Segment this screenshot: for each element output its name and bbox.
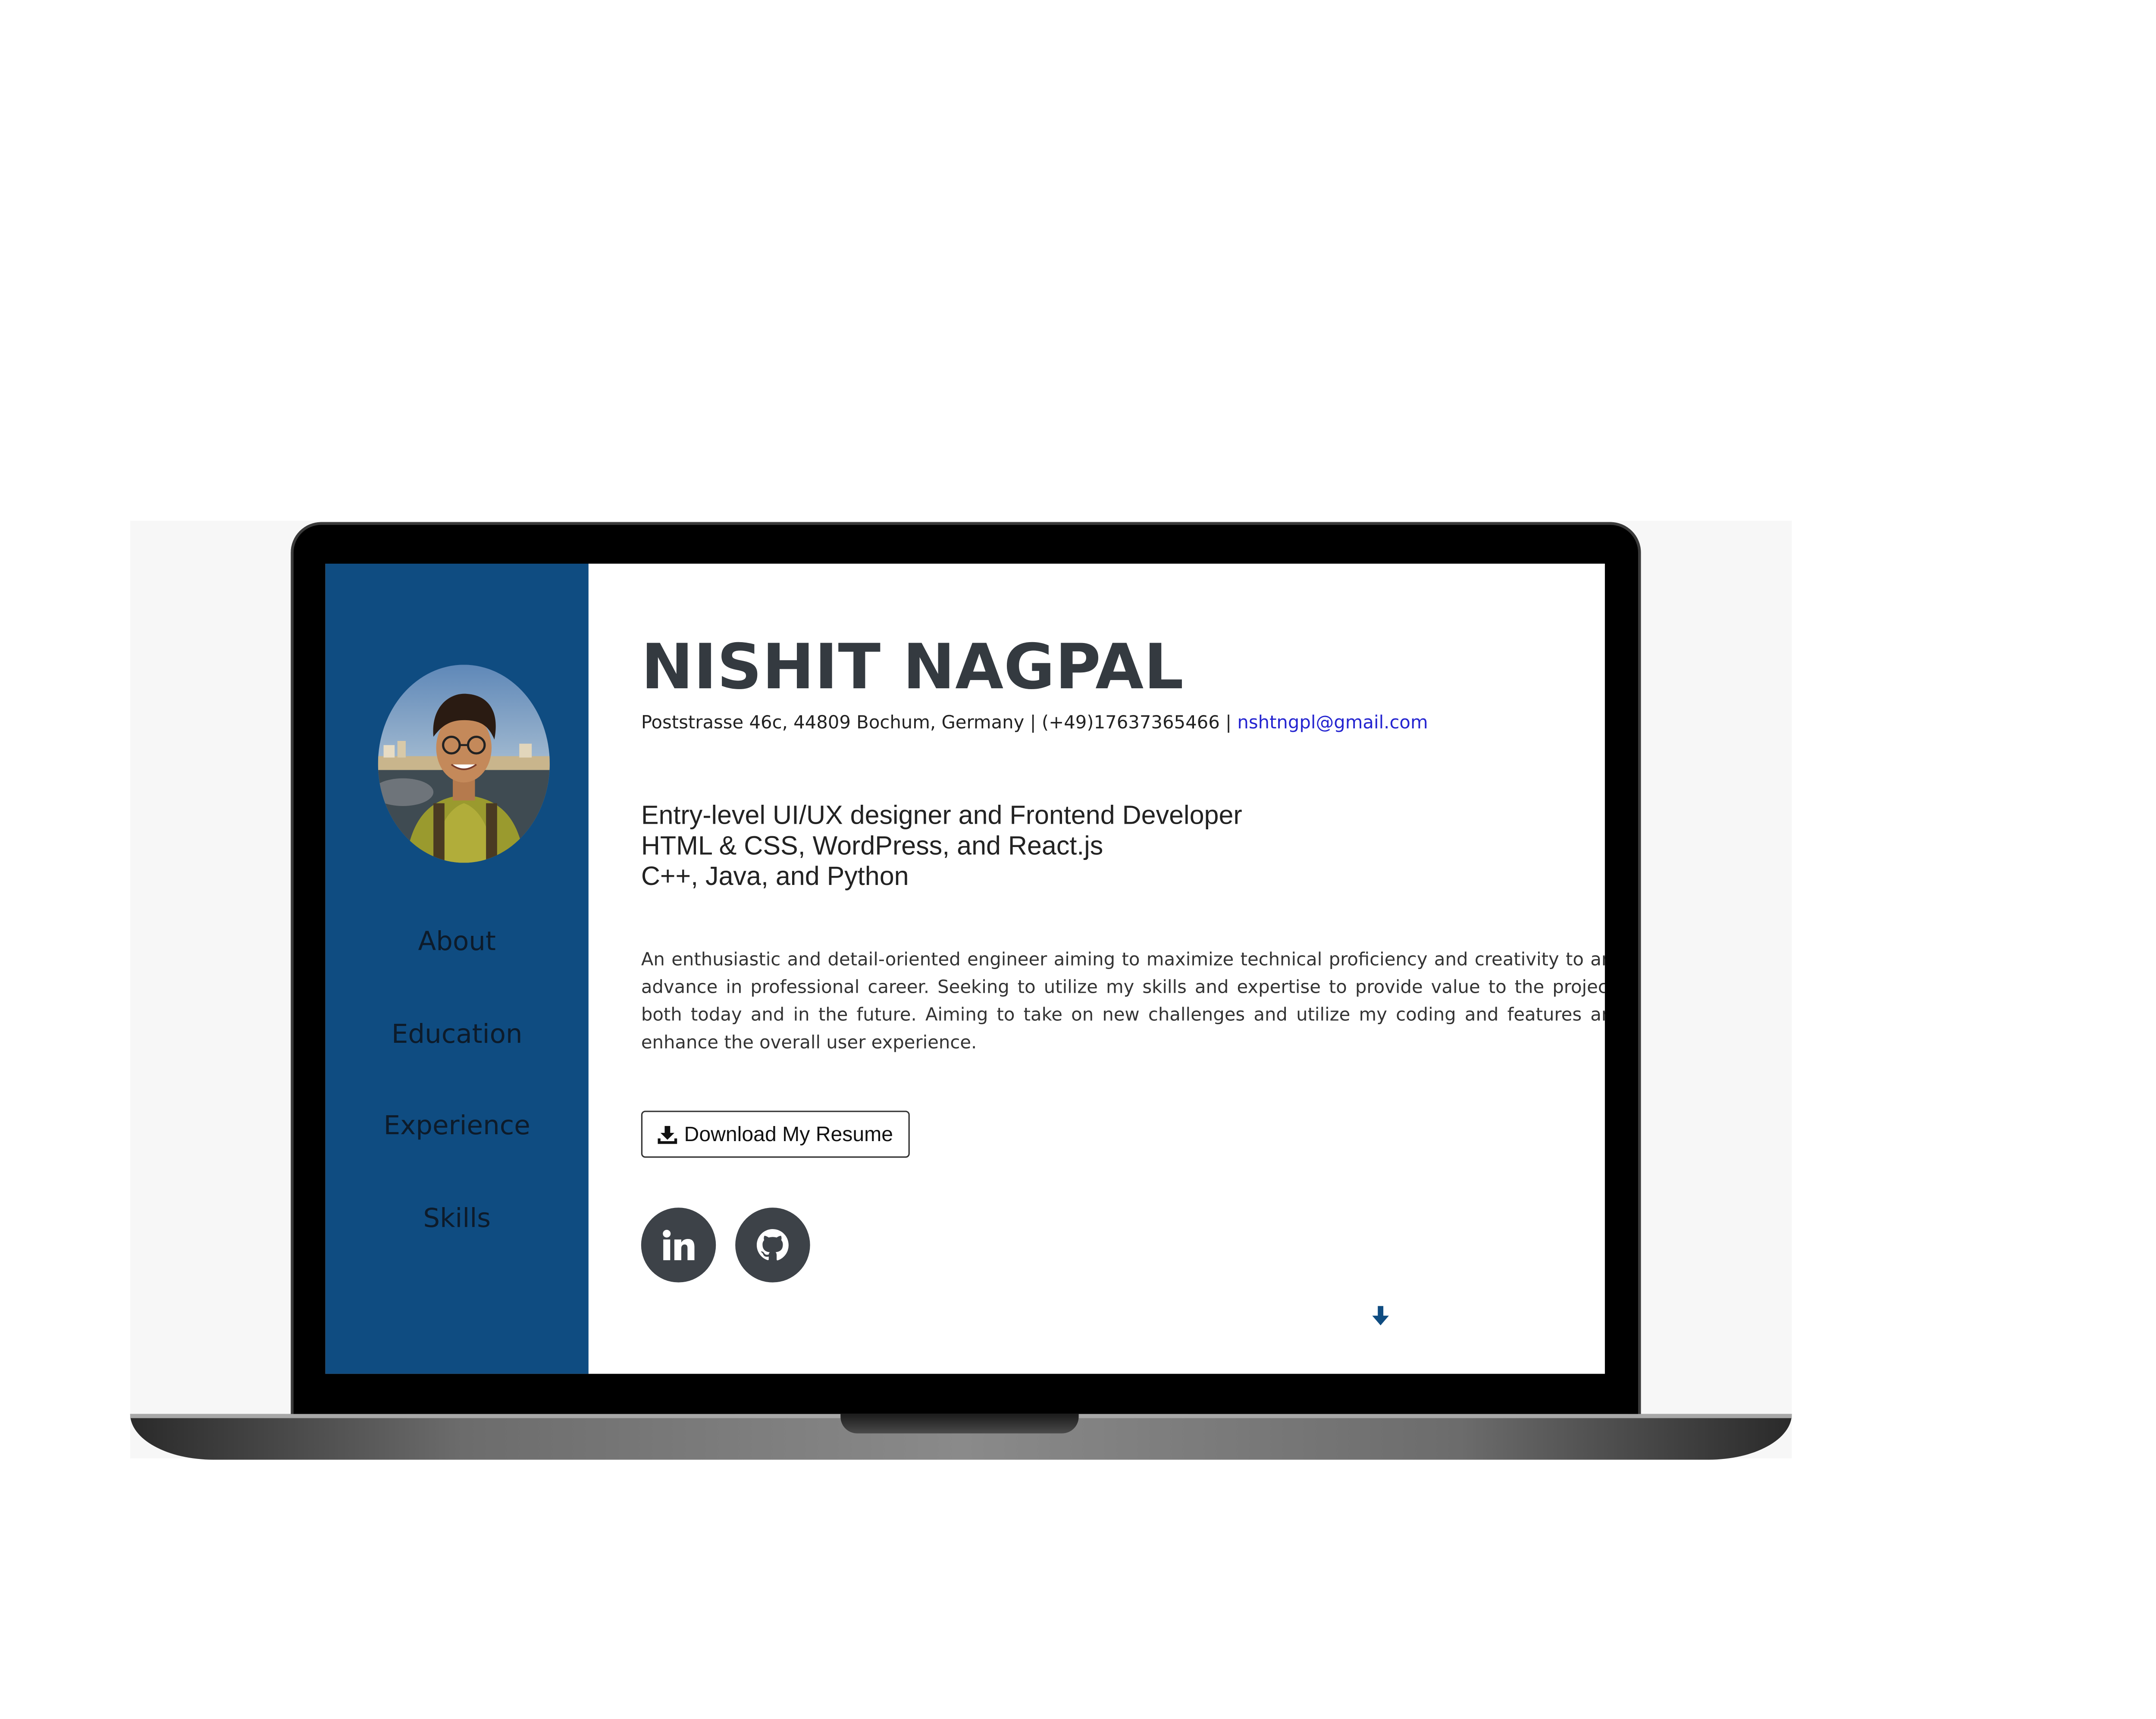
linkedin-icon — [663, 1230, 695, 1261]
tagline-role: Entry-level UI/UX designer and Frontend … — [641, 802, 1242, 831]
email-link[interactable]: nshtngpl@gmail.com — [1237, 713, 1428, 734]
tagline-languages: C++, Java, and Python — [641, 863, 909, 892]
tagline: Entry-level UI/UX designer and Frontend … — [641, 802, 1242, 893]
sidebar-item-experience[interactable]: Experience — [326, 1110, 589, 1141]
sidebar: About Education Experience Skills — [325, 563, 589, 1374]
contact-line: Poststrasse 46c, 44809 Bochum, Germany |… — [641, 713, 1428, 734]
download-resume-label: Download My Resume — [684, 1122, 893, 1146]
linkedin-button[interactable] — [641, 1208, 716, 1283]
laptop-notch — [840, 1414, 1079, 1434]
avatar — [378, 665, 550, 863]
profile-photo — [378, 665, 550, 863]
sidebar-item-about[interactable]: About — [326, 926, 589, 957]
page: About Education Experience Skills NISHIT… — [0, 0, 2156, 1719]
tagline-web-skills: HTML & CSS, WordPress, and React.js — [641, 832, 1103, 862]
laptop-screen: About Education Experience Skills NISHIT… — [325, 563, 1605, 1374]
main-content: NISHIT NAGPAL Poststrasse 46c, 44809 Boc… — [589, 564, 1605, 1374]
scroll-down-arrow-icon[interactable] — [1371, 1306, 1390, 1328]
download-icon — [658, 1125, 677, 1143]
download-resume-button[interactable]: Download My Resume — [641, 1110, 910, 1158]
page-title: NISHIT NAGPAL — [641, 630, 1184, 704]
github-button[interactable] — [735, 1208, 810, 1283]
sidebar-item-skills[interactable]: Skills — [326, 1204, 589, 1234]
sidebar-item-education[interactable]: Education — [326, 1019, 589, 1050]
github-icon — [756, 1229, 789, 1261]
address-phone-text: Poststrasse 46c, 44809 Bochum, Germany |… — [641, 713, 1238, 734]
summary-paragraph: An enthusiastic and detail-oriented engi… — [641, 950, 1605, 1054]
